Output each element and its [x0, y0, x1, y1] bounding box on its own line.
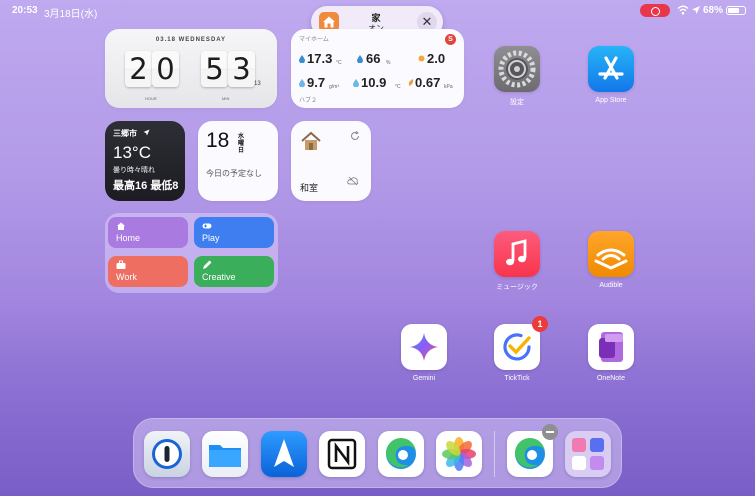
- settings-gear-icon: [494, 46, 540, 92]
- app-label: TickTick: [504, 375, 530, 382]
- weather-low: 最低8: [150, 180, 179, 192]
- clock-date: 03.18 WEDNESDAY: [155, 37, 227, 43]
- dock-separator: [494, 431, 495, 477]
- weather-high-low: 最高16 最低8: [113, 177, 178, 193]
- dock-app-library-icon[interactable]: [565, 431, 611, 477]
- house-icon: [301, 131, 321, 150]
- shortcut-play-button[interactable]: Play: [194, 217, 274, 248]
- app-onenote[interactable]: OneNote: [588, 324, 634, 382]
- ticktick-check-icon: [494, 324, 540, 370]
- app-label: ミュージック: [496, 284, 538, 291]
- thermometer-icon: [299, 55, 305, 63]
- audible-icon: [588, 231, 634, 277]
- app-gemini[interactable]: Gemini: [401, 324, 447, 382]
- home-accessory-widget[interactable]: 和室: [291, 121, 371, 201]
- calendar-events: 今日の予定なし: [206, 169, 262, 178]
- app-label: Audible: [599, 282, 623, 289]
- room-name: 和室: [300, 183, 319, 193]
- cloud-off-icon: [347, 176, 359, 186]
- dock-spark-icon[interactable]: [261, 431, 307, 477]
- app-store-icon: [588, 46, 634, 92]
- clock-digit: 3: [228, 51, 255, 87]
- absolute-humidity-value: 9.7: [307, 75, 326, 90]
- minute-label: MIN: [222, 96, 230, 101]
- humidity-unit: %: [386, 60, 391, 66]
- weather-city: 三郷市: [113, 129, 137, 138]
- app-label: Gemini: [412, 375, 436, 382]
- leaf-icon: [408, 79, 414, 86]
- hour-label: HOUR: [145, 96, 157, 101]
- shortcut-label: Creative: [202, 272, 236, 282]
- shortcut-label: Play: [202, 233, 220, 243]
- status-date: 3月18日(水): [44, 9, 98, 20]
- weather-temperature: 13°C: [113, 143, 151, 162]
- home-icon: [117, 222, 125, 230]
- weather-widget[interactable]: 三郷市 13°C 曇り時々晴れ 最高16 最低8: [105, 121, 185, 201]
- app-music[interactable]: ミュージック: [494, 231, 540, 292]
- remove-icon[interactable]: [542, 424, 558, 440]
- temperature-value: 17.3: [307, 51, 333, 66]
- app-appstore[interactable]: App Store: [588, 46, 634, 104]
- notification-badge: 1: [532, 316, 548, 332]
- location-icon: [692, 6, 700, 14]
- app-badge-icon: S: [445, 34, 456, 45]
- absolute-humidity-icon: [299, 79, 305, 87]
- gamepad-icon: [202, 223, 212, 229]
- dock-files-icon[interactable]: [202, 431, 248, 477]
- temperature-unit: °C: [336, 60, 342, 66]
- shortcut-work-button[interactable]: Work: [108, 256, 188, 287]
- clock-digit: 0: [152, 51, 179, 87]
- shortcut-label: Home: [116, 233, 141, 243]
- calendar-widget[interactable]: 18 水 曜 日 今日の予定なし: [198, 121, 278, 201]
- location-arrow-icon: [143, 129, 150, 136]
- weather-condition: 曇り時々晴れ: [113, 167, 155, 174]
- shortcuts-widget: Home Play Work Creative: [105, 213, 278, 293]
- dew-point-value: 10.9: [361, 75, 387, 90]
- music-note-icon: [494, 231, 540, 277]
- dock-notion-icon[interactable]: [319, 431, 365, 477]
- refresh-icon[interactable]: [350, 131, 360, 141]
- clock-seconds: 13: [254, 81, 261, 87]
- dock-edge-icon[interactable]: [378, 431, 424, 477]
- dew-point-icon: [353, 79, 359, 87]
- app-label: OneNote: [596, 375, 626, 382]
- dew-point-unit: °C: [395, 84, 401, 90]
- clock-digit: 2: [125, 51, 152, 87]
- app-label: App Store: [595, 97, 627, 104]
- app-label: 設定: [510, 99, 524, 106]
- co2-value: 2.0: [427, 51, 446, 66]
- onenote-icon: [588, 324, 634, 370]
- dock-1password-icon[interactable]: [144, 431, 190, 477]
- sensor-widget[interactable]: マイホーム S 17.3 °C 66 % 2.0 9.7 g/m³ 10.9 °…: [291, 29, 464, 108]
- status-time: 20:53: [12, 5, 38, 16]
- weather-high: 最高16: [113, 180, 148, 192]
- sensor-widget-title: マイホーム: [299, 37, 329, 43]
- pencil-icon: [203, 260, 212, 269]
- wifi-icon: [677, 5, 689, 15]
- shortcut-creative-button[interactable]: Creative: [194, 256, 274, 287]
- shortcut-label: Work: [116, 272, 137, 282]
- hub-name: ハブ２: [299, 98, 318, 104]
- humidity-value: 66: [366, 51, 381, 66]
- app-settings[interactable]: 設定: [494, 46, 540, 107]
- app-ticktick[interactable]: TickTick: [494, 324, 540, 382]
- app-audible[interactable]: Audible: [588, 231, 634, 289]
- briefcase-icon: [116, 260, 126, 269]
- humidity-icon: [357, 55, 363, 63]
- gemini-sparkle-icon: [401, 324, 447, 370]
- absolute-humidity-unit: g/m³: [329, 84, 339, 90]
- vpd-unit: kPa: [444, 84, 453, 90]
- dock-photos-icon[interactable]: [436, 431, 482, 477]
- shortcut-home-button[interactable]: Home: [108, 217, 188, 248]
- calendar-weekday: 日: [238, 148, 245, 154]
- clock-digit: 5: [201, 51, 228, 87]
- screen-recording-indicator[interactable]: [640, 4, 670, 17]
- calendar-day: 18: [206, 129, 230, 152]
- sun-icon: [418, 55, 425, 62]
- flip-clock-widget[interactable]: 03.18 WEDNESDAY 2 0 5 3 HOUR MIN 13: [105, 29, 277, 108]
- battery-percentage: 68%: [703, 5, 724, 16]
- vpd-value: 0.67: [415, 75, 441, 90]
- battery-icon: [726, 6, 746, 15]
